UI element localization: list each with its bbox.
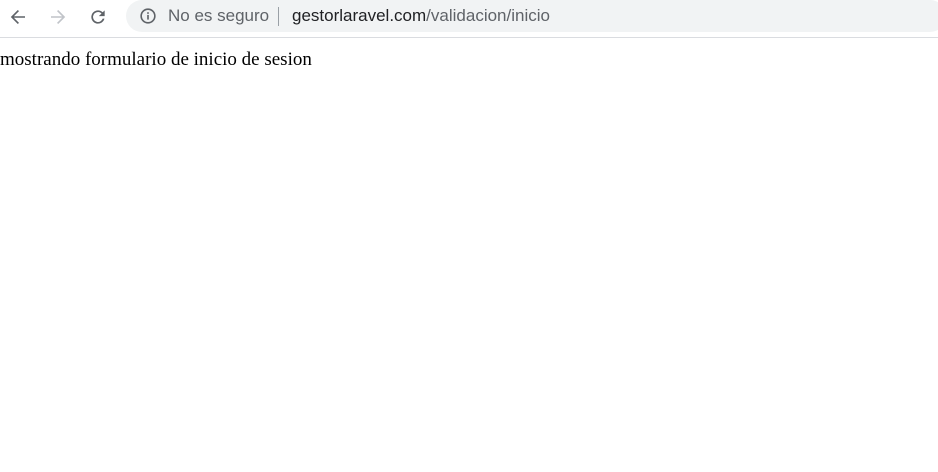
omnibox-separator	[278, 7, 279, 26]
url-text[interactable]: gestorlaravel.com/validacion/inicio	[292, 6, 550, 26]
reload-icon	[91, 10, 105, 24]
url-path: /validacion/inicio	[426, 6, 550, 25]
forward-arrow-icon	[51, 10, 66, 24]
reload-button[interactable]	[84, 3, 112, 31]
back-button[interactable]	[4, 3, 32, 31]
browser-toolbar: No es seguro gestorlaravel.com/validacio…	[0, 0, 938, 38]
page-body-text: mostrando formulario de inicio de sesion	[0, 49, 312, 70]
back-arrow-icon	[10, 10, 25, 24]
url-host: gestorlaravel.com	[292, 6, 427, 25]
security-status-label[interactable]: No es seguro	[168, 6, 269, 26]
info-icon[interactable]	[139, 7, 157, 25]
address-bar[interactable]: No es seguro gestorlaravel.com/validacio…	[126, 0, 938, 32]
forward-button[interactable]	[44, 3, 72, 31]
